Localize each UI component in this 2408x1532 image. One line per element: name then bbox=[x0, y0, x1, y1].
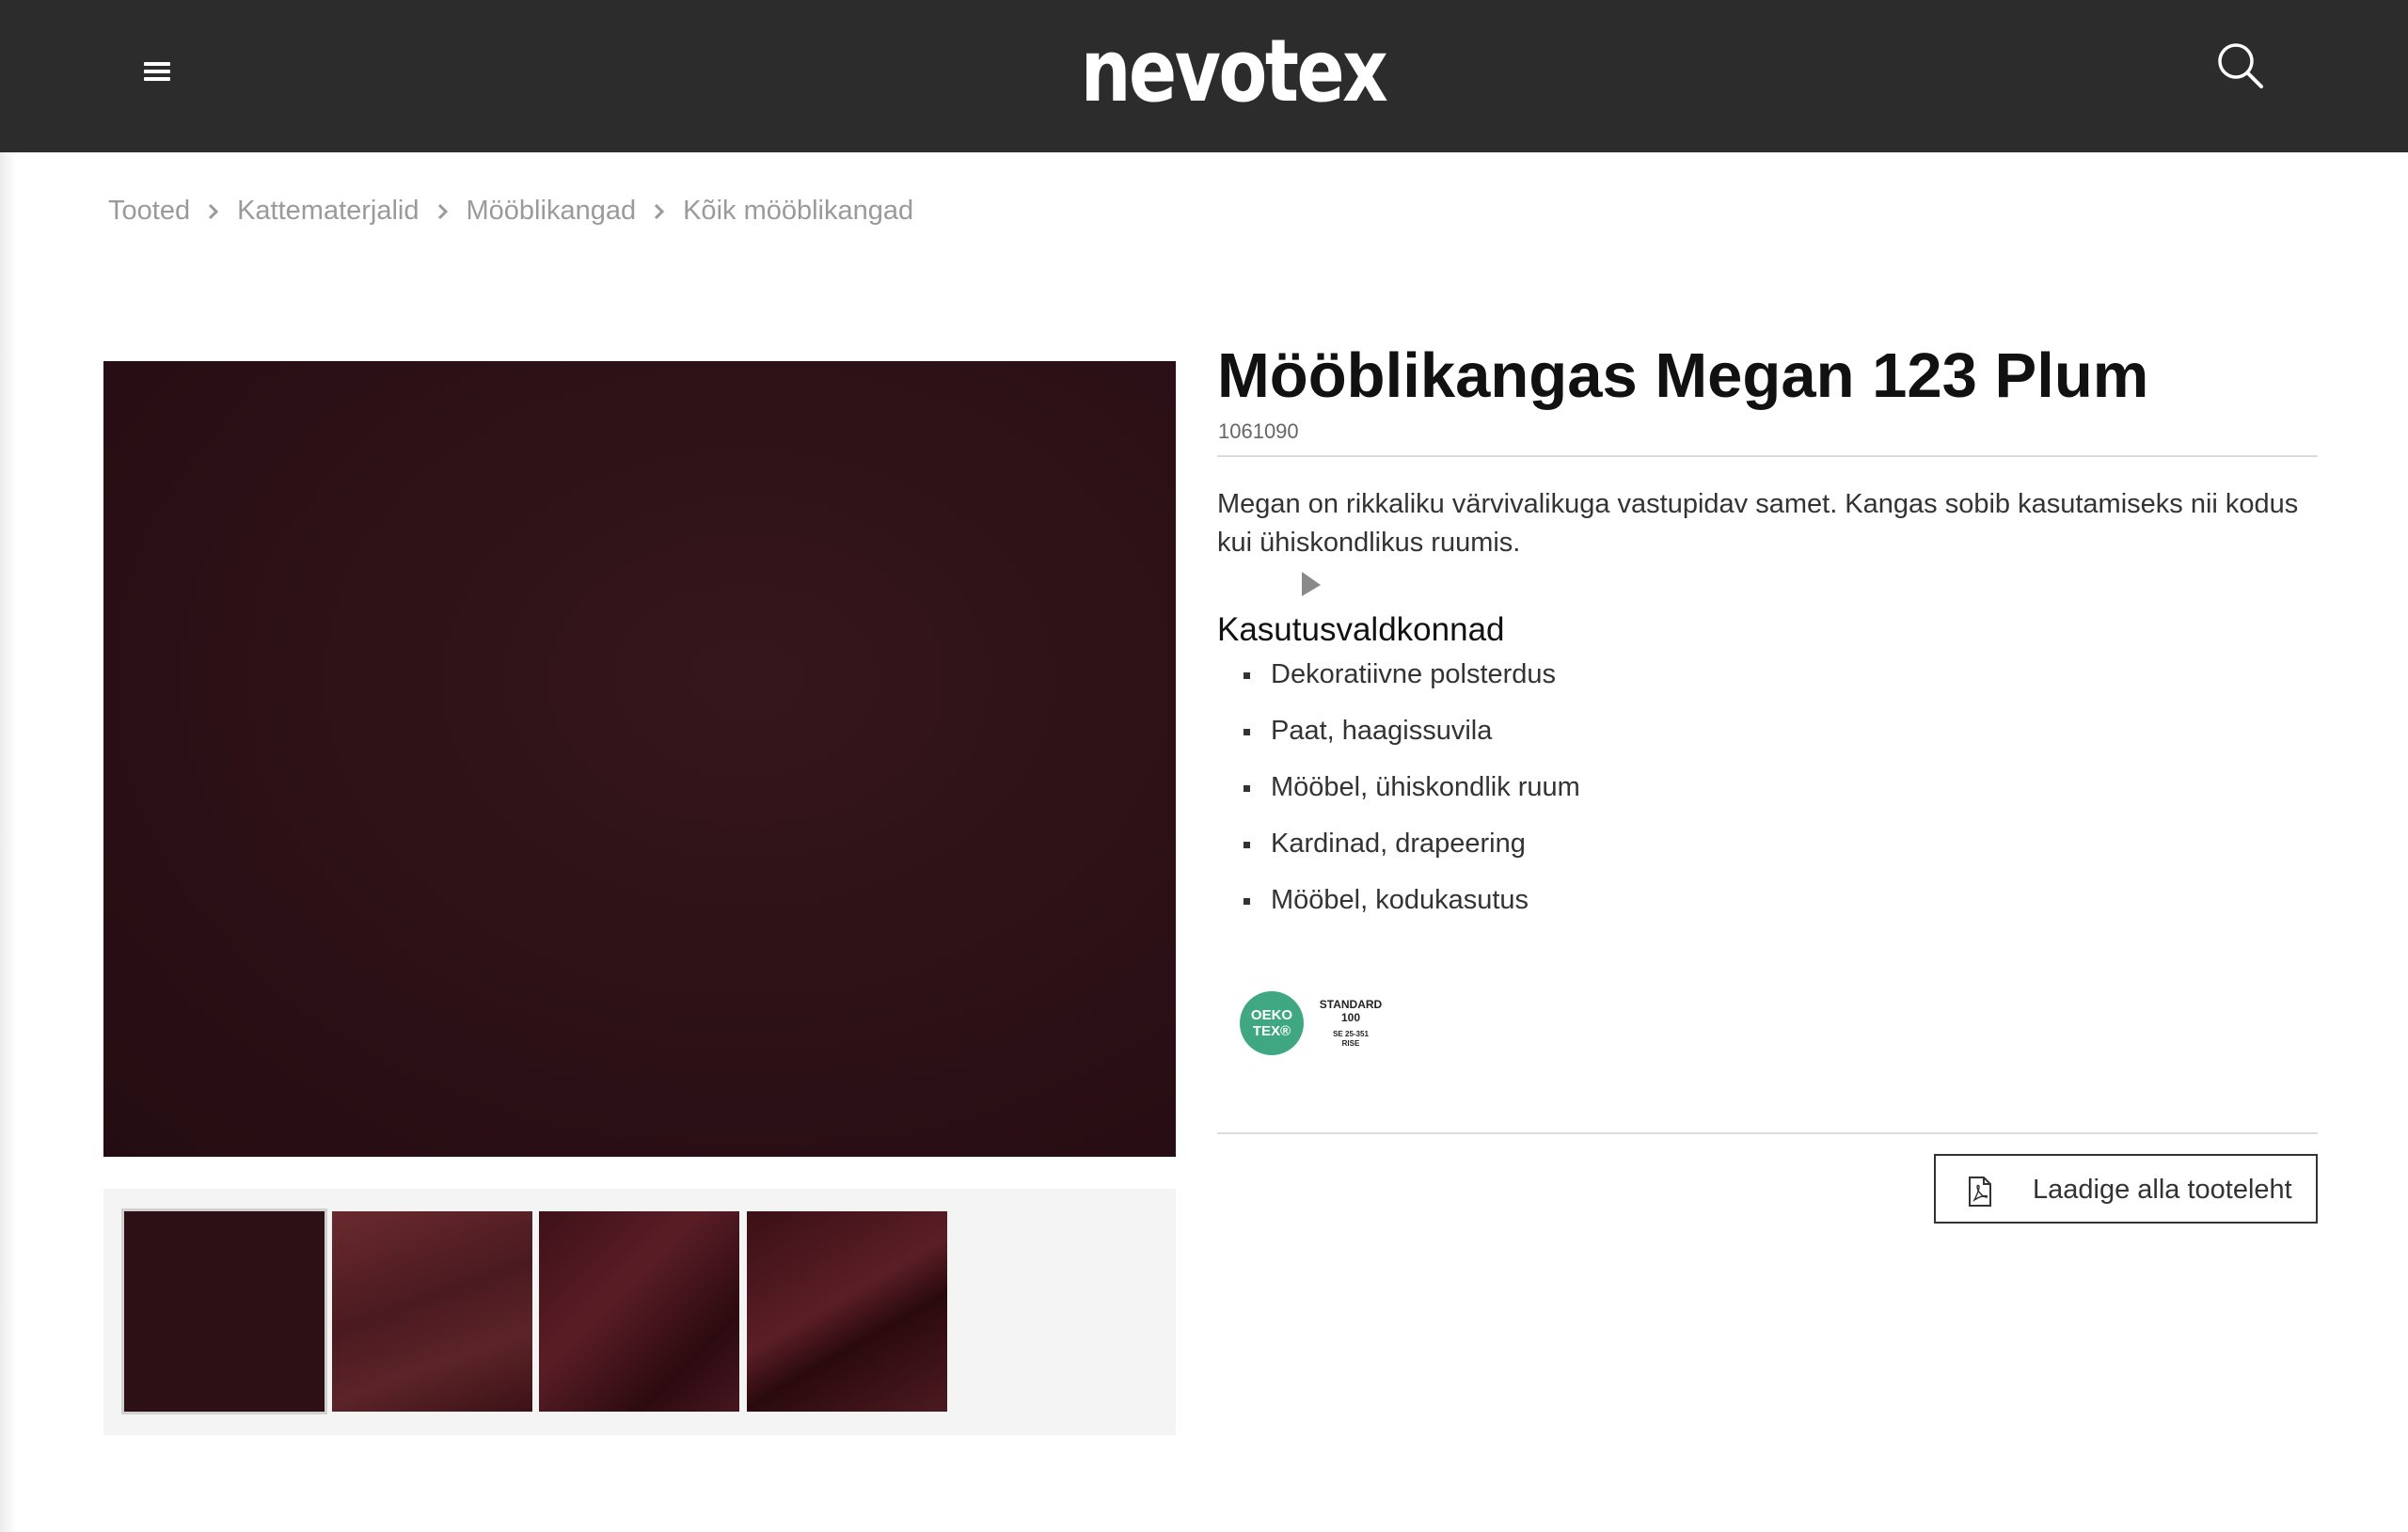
breadcrumb: Tooted Kattematerjalid Mööblikangad Kõik… bbox=[108, 192, 913, 229]
search-icon[interactable] bbox=[2216, 41, 2265, 90]
divider bbox=[1217, 1132, 2318, 1134]
bullet-icon bbox=[1244, 729, 1250, 735]
oeko-standard-text: STANDARD 100 SE 25-351 RISE bbox=[1307, 998, 1394, 1048]
usage-item-label: Dekoratiivne polsterdus bbox=[1271, 659, 1557, 689]
bullet-icon bbox=[1244, 672, 1250, 679]
chevron-right-icon bbox=[636, 196, 683, 227]
pdf-file-icon bbox=[1969, 1177, 1991, 1207]
usage-list-item: Kardinad, drapeering bbox=[1217, 824, 1580, 880]
product-thumbnail-1[interactable] bbox=[121, 1208, 327, 1414]
usage-item-label: Mööbel, kodukasutus bbox=[1271, 885, 1529, 915]
product-thumbnail-4[interactable] bbox=[747, 1211, 947, 1412]
oeko-standard-number: 100 bbox=[1340, 1011, 1361, 1024]
thumbnail-strip bbox=[103, 1189, 1176, 1435]
usage-list-item: Mööbel, kodukasutus bbox=[1217, 880, 1580, 937]
breadcrumb-item-tooted[interactable]: Tooted bbox=[108, 196, 190, 227]
bullet-icon bbox=[1244, 842, 1250, 848]
site-logo[interactable]: nevotex bbox=[1081, 21, 1388, 122]
oeko-institute: RISE bbox=[1341, 1039, 1360, 1048]
bullet-icon bbox=[1244, 785, 1250, 792]
chevron-right-icon bbox=[190, 196, 237, 227]
breadcrumb-item-kattematerjalid[interactable]: Kattematerjalid bbox=[237, 196, 419, 227]
top-header: nevotex bbox=[0, 0, 2408, 152]
menu-bar bbox=[144, 62, 170, 66]
oeko-circle-line2: TEX® bbox=[1252, 1023, 1291, 1039]
page-edge-shadow bbox=[0, 152, 17, 1532]
chevron-right-icon bbox=[420, 196, 467, 227]
usage-list-item: Mööbel, ühiskondlik ruum bbox=[1217, 767, 1580, 824]
search-icon-graphic bbox=[2218, 43, 2263, 88]
product-sku: 1061090 bbox=[1218, 419, 1299, 443]
product-title: Mööblikangas Megan 123 Plum bbox=[1217, 340, 2149, 411]
usage-list: Dekoratiivne polsterdus Paat, haagissuvi… bbox=[1217, 655, 1580, 937]
usage-list-item: Dekoratiivne polsterdus bbox=[1217, 655, 1580, 711]
usage-list-item: Paat, haagissuvila bbox=[1217, 711, 1580, 767]
breadcrumb-item-koik-mooblikangad[interactable]: Kõik mööblikangad bbox=[683, 196, 913, 227]
product-description: Megan on rikkaliku värvivalikuga vastupi… bbox=[1217, 489, 2299, 558]
hamburger-menu-icon[interactable] bbox=[144, 60, 172, 83]
usage-item-label: Paat, haagissuvila bbox=[1271, 716, 1493, 746]
oeko-standard-label: STANDARD bbox=[1319, 998, 1383, 1011]
usage-heading: Kasutusvaldkonnad bbox=[1217, 611, 1505, 648]
download-button-label: Laadige alla tooteleht bbox=[2033, 1175, 2292, 1205]
oeko-certificate-number: SE 25-351 bbox=[1333, 1030, 1369, 1038]
divider bbox=[1217, 455, 2318, 457]
product-main-image[interactable] bbox=[103, 361, 1176, 1157]
bullet-icon bbox=[1244, 898, 1250, 905]
usage-item-label: Kardinad, drapeering bbox=[1271, 829, 1526, 859]
oeko-circle-line1: OEKO bbox=[1250, 1007, 1293, 1023]
usage-item-label: Mööbel, ühiskondlik ruum bbox=[1271, 772, 1580, 802]
product-thumbnail-2[interactable] bbox=[332, 1211, 532, 1412]
menu-bar bbox=[144, 77, 170, 81]
product-thumbnail-3[interactable] bbox=[539, 1211, 739, 1412]
oeko-tex-logo-icon: OEKO TEX® bbox=[1240, 991, 1304, 1055]
mouse-cursor-icon bbox=[1302, 572, 1321, 596]
menu-bar bbox=[144, 70, 170, 73]
download-datasheet-button[interactable]: Laadige alla tooteleht bbox=[1934, 1154, 2318, 1224]
oeko-tex-badge: OEKO TEX® STANDARD 100 SE 25-351 RISE bbox=[1240, 991, 1400, 1057]
breadcrumb-item-mooblikangad[interactable]: Mööblikangad bbox=[467, 196, 637, 227]
